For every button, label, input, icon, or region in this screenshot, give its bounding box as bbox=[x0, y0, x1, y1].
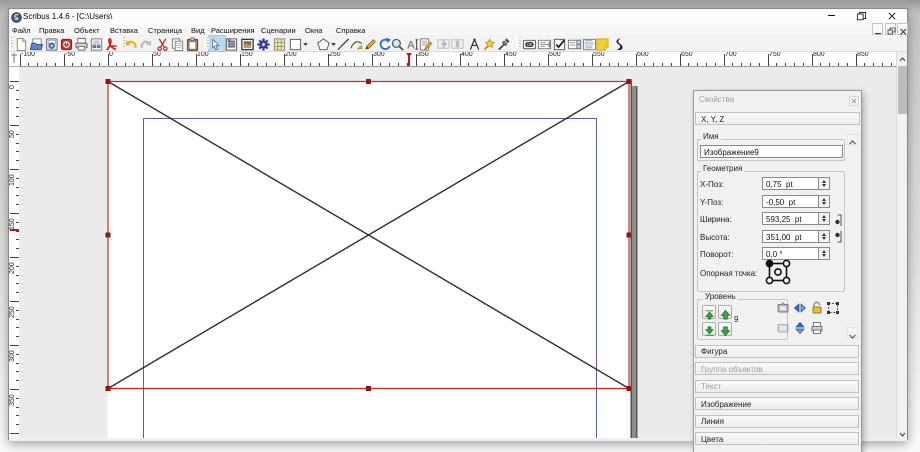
svg-text:A: A bbox=[407, 40, 415, 52]
svg-text:OK: OK bbox=[527, 42, 533, 47]
